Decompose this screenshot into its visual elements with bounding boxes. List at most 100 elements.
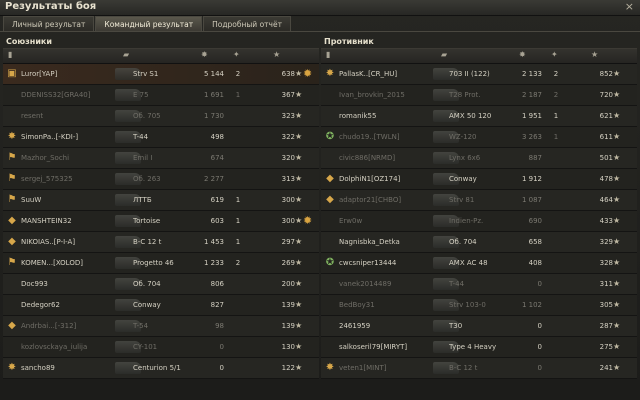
blank-icon — [324, 152, 336, 164]
player-name[interactable]: SimonPa..[-KDI-] — [21, 127, 119, 147]
kills-value: 1 — [235, 91, 241, 99]
xp-star-icon: ★ — [613, 90, 621, 99]
table-row[interactable]: ✸ SimonPa..[-KDI-] T-44 498 322 ★ — [3, 127, 319, 148]
player-name[interactable]: PallasK..[CR_HU] — [339, 64, 437, 84]
player-name[interactable]: Mazhor_Sochi — [21, 148, 119, 168]
table-row[interactable]: Erw0w Indien-Pz. 690 433 ★ — [321, 211, 637, 232]
damage-column-icon[interactable]: ✸ — [201, 50, 208, 59]
table-row[interactable]: Nagnisbka_Detka Об. 704 658 329 ★ — [321, 232, 637, 253]
player-name[interactable]: sergej_575325 — [21, 169, 119, 189]
kills-value: 2 — [553, 70, 559, 78]
kills-value — [549, 274, 563, 294]
tab-team-result[interactable]: Командный результат — [95, 16, 203, 32]
table-row[interactable]: ⚑ SuuW ЛТТБ 619 1 300 ★ — [3, 190, 319, 211]
damage-value: 3 263 — [521, 133, 542, 141]
player-name[interactable]: kozlovsckaya_iulija — [21, 337, 119, 357]
damage-value: 0 — [537, 343, 542, 351]
xp-value: 478 — [599, 175, 613, 183]
tab-detailed-report[interactable]: Подробный отчёт — [203, 16, 291, 32]
table-row[interactable]: kozlovsckaya_iulija CY-101 0 130 ★ — [3, 337, 319, 358]
table-row[interactable]: ◆ MANSHTEIN32 Tortoise 603 1 300 ★ ✹ — [3, 211, 319, 232]
kills-column-icon[interactable]: ✦ — [233, 50, 240, 59]
star-icon: ✸ — [325, 362, 335, 373]
table-row[interactable]: salkoseril79[MIRYT] Type 4 Heavy 0 275 ★ — [321, 337, 637, 358]
player-name[interactable]: Andrbai...[-312] — [21, 316, 119, 336]
table-row[interactable]: ✸ veten1[MINT] B-C 12 t 0 241 ★ — [321, 358, 637, 379]
player-name[interactable]: resent — [21, 106, 119, 126]
table-row[interactable]: Doc993 Об. 704 806 200 ★ — [3, 274, 319, 295]
table-row[interactable]: Ivan_brovkin_2015 T28 Prot. 2 187 2 720 ★ — [321, 85, 637, 106]
table-row[interactable]: romanik55 AMX 50 120 1 951 1 621 ★ — [321, 106, 637, 127]
player-name[interactable]: BedBoy31 — [339, 295, 437, 315]
close-icon[interactable]: × — [625, 0, 634, 14]
tank-name: Progetto 46 — [133, 259, 174, 267]
xp-star-icon: ★ — [295, 279, 303, 288]
player-name[interactable]: adaptor21[CHBO] — [339, 190, 437, 210]
medal-icon[interactable]: ✹ — [303, 213, 312, 229]
table-row[interactable]: ⚑ KOMEN...[XOLOD] Progetto 46 1 233 2 269 ★ — [3, 253, 319, 274]
player-name[interactable]: romanik55 — [339, 106, 437, 126]
player-name[interactable]: sancho89 — [21, 358, 119, 378]
table-row[interactable]: ✪ cwcsniper13444 AMX AC 48 408 328 ★ — [321, 253, 637, 274]
table-row[interactable]: ◆ adaptor21[CHBO] Strv 81 1 087 464 ★ — [321, 190, 637, 211]
xp-column-icon[interactable]: ★ — [273, 50, 280, 59]
tank-column-icon[interactable]: ▰ — [123, 50, 129, 59]
table-row[interactable]: vanek2014489 T-44 0 311 ★ — [321, 274, 637, 295]
table-row[interactable]: Dedegor62 Conway 827 139 ★ — [3, 295, 319, 316]
tank-name: Lynx 6x6 — [449, 154, 481, 162]
kills-value — [549, 358, 563, 378]
player-name[interactable]: Nagnisbka_Detka — [339, 232, 437, 252]
tank-name: B-C 12 t — [449, 364, 478, 372]
kills-value: 2 — [553, 91, 559, 99]
damage-column-icon[interactable]: ✸ — [519, 50, 526, 59]
player-name[interactable]: 2461959 — [339, 316, 437, 336]
player-name[interactable]: NIKOIAS..[P-I-A] — [21, 232, 119, 252]
player-name[interactable]: cwcsniper13444 — [339, 253, 437, 273]
medal-icon[interactable]: ✹ — [303, 66, 312, 82]
damage-value: 2 133 — [521, 70, 542, 78]
table-row[interactable]: DDENISS32[GRA40] E 75 1 691 1 367 ★ — [3, 85, 319, 106]
table-row[interactable]: ✸ PallasK..[CR_HU] 703 II (122) 2 133 2 852 ★ — [321, 64, 637, 85]
table-row[interactable]: ◆ Andrbai...[-312] T-54 98 139 ★ — [3, 316, 319, 337]
damage-value: 1 102 — [521, 301, 542, 309]
player-name[interactable]: civic886[NRMD] — [339, 148, 437, 168]
player-name[interactable]: Erw0w — [339, 211, 437, 231]
player-name[interactable]: Doc993 — [21, 274, 119, 294]
table-row[interactable]: ✪ chudo19..[TWLN] WZ-120 3 263 1 611 ★ — [321, 127, 637, 148]
xp-column-icon[interactable]: ★ — [591, 50, 598, 59]
blank-icon — [324, 320, 336, 332]
player-name[interactable]: MANSHTEIN32 — [21, 211, 119, 231]
xp-value: 311 — [599, 280, 613, 288]
player-name[interactable]: Dedegor62 — [21, 295, 119, 315]
player-name[interactable]: DolphiN1[OZ174] — [339, 169, 437, 189]
player-name[interactable]: Ivan_brovkin_2015 — [339, 85, 437, 105]
player-name[interactable]: KOMEN...[XOLOD] — [21, 253, 119, 273]
player-name[interactable]: salkoseril79[MIRYT] — [339, 337, 437, 357]
xp-value: 621 — [599, 112, 613, 120]
player-name[interactable]: DDENISS32[GRA40] — [21, 85, 119, 105]
tank-name: T30 — [449, 322, 463, 330]
xp-star-icon: ★ — [613, 111, 621, 120]
tank-column-icon[interactable]: ▰ — [441, 50, 447, 59]
player-name[interactable]: veten1[MINT] — [339, 358, 437, 378]
allies-title: Союзники — [6, 37, 52, 46]
table-row[interactable]: 2461959 T30 0 287 ★ — [321, 316, 637, 337]
player-name[interactable]: chudo19..[TWLN] — [339, 127, 437, 147]
table-row[interactable]: ◆ DolphiN1[OZ174] Conway 1 912 478 ★ — [321, 169, 637, 190]
player-name[interactable]: SuuW — [21, 190, 119, 210]
kills-column-icon[interactable]: ✦ — [551, 50, 558, 59]
table-row[interactable]: ✸ sancho89 Centurion 5/1 0 122 ★ — [3, 358, 319, 379]
table-row[interactable]: civic886[NRMD] Lynx 6x6 887 501 ★ — [321, 148, 637, 169]
damage-value: 0 — [537, 322, 542, 330]
table-row[interactable]: ⚑ Mazhor_Sochi Emil I 674 320 ★ — [3, 148, 319, 169]
table-row[interactable]: BedBoy31 Strv 103-0 1 102 305 ★ — [321, 295, 637, 316]
tab-personal-result[interactable]: Личный результат — [3, 16, 95, 32]
player-name[interactable]: vanek2014489 — [339, 274, 437, 294]
table-row[interactable]: ⚑ sergej_575325 Об. 263 2 277 313 ★ — [3, 169, 319, 190]
kills-value — [231, 358, 245, 378]
player-name[interactable]: Luror[YAP] — [21, 64, 119, 84]
table-row[interactable]: resent Об. 705 1 730 323 ★ — [3, 106, 319, 127]
table-row[interactable]: ▣ Luror[YAP] Strv S1 5 144 2 638 ★ ✹ — [3, 64, 319, 85]
xp-star-icon: ★ — [295, 174, 303, 183]
table-row[interactable]: ◆ NIKOIAS..[P-I-A] B-C 12 t 1 453 1 297 ★ — [3, 232, 319, 253]
